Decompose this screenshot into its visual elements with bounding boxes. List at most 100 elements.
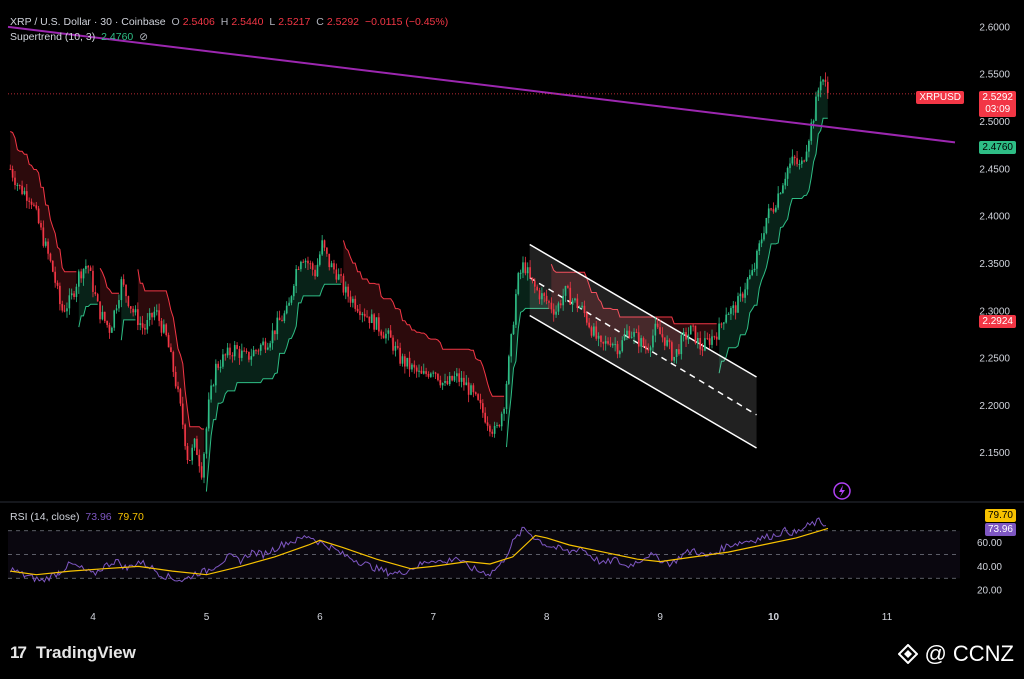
candle-body (151, 312, 153, 318)
candle-body (758, 243, 761, 251)
candle-body (798, 163, 801, 165)
candle-body (704, 338, 706, 351)
candle-body (361, 313, 364, 316)
candle-body (590, 327, 593, 336)
footer-bar (0, 629, 1024, 679)
candle-body (493, 425, 496, 434)
candle-body (576, 298, 579, 309)
candle-body (800, 160, 803, 164)
candle-body (222, 354, 224, 367)
candle-body (33, 204, 35, 206)
indicator-label[interactable]: Supertrend (10, 3) (10, 31, 95, 43)
candle-body (727, 313, 730, 315)
candle-body (92, 270, 94, 292)
candle-body (250, 356, 253, 360)
candle-body (819, 81, 822, 91)
candle-body (803, 160, 805, 162)
candle-body (550, 302, 553, 310)
candle-body (302, 261, 305, 263)
candle-body (181, 403, 184, 425)
candle-body (82, 268, 85, 279)
candle-body (474, 392, 477, 395)
candle-body (18, 184, 21, 186)
candle-body (680, 335, 683, 355)
candle-body (37, 208, 40, 224)
candle-body (80, 271, 82, 279)
rsi-label[interactable]: RSI (14, close) (10, 511, 79, 523)
candle-body (311, 263, 314, 270)
open-value: 2.5406 (182, 16, 215, 28)
candle-body (694, 325, 697, 344)
candle-body (326, 247, 328, 254)
candle-body (822, 79, 824, 82)
candle-body (779, 193, 782, 195)
last-price-value: 2.5292 (982, 92, 1013, 103)
price-tick-label: 2.2500 (979, 354, 1010, 365)
candle-body (772, 208, 775, 212)
candle-body (385, 333, 387, 339)
candle-body (11, 168, 14, 178)
candle-body (170, 347, 172, 353)
candle-body (40, 223, 42, 228)
candle-body (533, 280, 536, 287)
candle-body (425, 371, 427, 374)
candle-body (668, 340, 671, 343)
candle-body (519, 272, 522, 274)
candle-body (784, 178, 787, 186)
candle-body (226, 347, 229, 356)
candle-body (444, 380, 446, 383)
candle-body (531, 277, 534, 281)
candle-body (292, 285, 295, 297)
candle-body (517, 273, 520, 295)
candle-body (720, 323, 723, 325)
candle-body (394, 346, 397, 351)
candle-body (354, 298, 357, 309)
candle-body (134, 309, 137, 313)
candle-body (718, 323, 720, 340)
candle-body (49, 253, 52, 261)
candle-body (725, 314, 728, 323)
candle-body (368, 316, 371, 324)
candle-body (240, 350, 243, 358)
candle-body (314, 269, 316, 277)
candle-body (14, 177, 16, 186)
candle-body (191, 447, 194, 461)
candle-body (373, 314, 375, 330)
candle-body (231, 355, 234, 357)
candle-body (108, 324, 111, 333)
candle-body (89, 267, 92, 271)
candle-body (77, 271, 80, 287)
candle-body (165, 324, 168, 336)
candle-body (647, 349, 650, 351)
candle-body (826, 81, 829, 93)
candle-body (515, 294, 517, 325)
change-value: −0.0115 (−0.45%) (364, 16, 449, 28)
candle-body (507, 356, 510, 384)
candle-body (330, 263, 333, 268)
candle-body (456, 373, 458, 377)
candle-body (184, 424, 186, 447)
candle-body (68, 295, 71, 309)
candle-body (304, 260, 307, 262)
candle-body (87, 265, 90, 268)
candle-body (446, 380, 449, 385)
candle-body (451, 375, 453, 381)
symbol-header: XRP / U.S. Dollar · 30 · Coinbase O 2.540… (10, 16, 451, 28)
candle-body (54, 271, 56, 283)
candle-body (763, 233, 765, 240)
candle-body (630, 336, 633, 338)
candle-body (465, 382, 468, 386)
candle-body (122, 279, 125, 285)
symbol-title[interactable]: XRP / U.S. Dollar · 30 · Coinbase (10, 16, 166, 28)
hide-eye-icon[interactable]: ⊘ (139, 31, 148, 43)
candle-body (656, 323, 659, 328)
candle-body (741, 293, 744, 298)
candle-body (335, 269, 338, 280)
candle-body (189, 460, 191, 462)
candle-body (817, 90, 820, 97)
candle-body (744, 289, 746, 298)
tradingview-logo[interactable]: 17 TradingView (10, 643, 136, 663)
indicator-value: 2.4760 (101, 31, 134, 43)
close-label: C (316, 16, 324, 28)
candle-body (420, 370, 423, 374)
